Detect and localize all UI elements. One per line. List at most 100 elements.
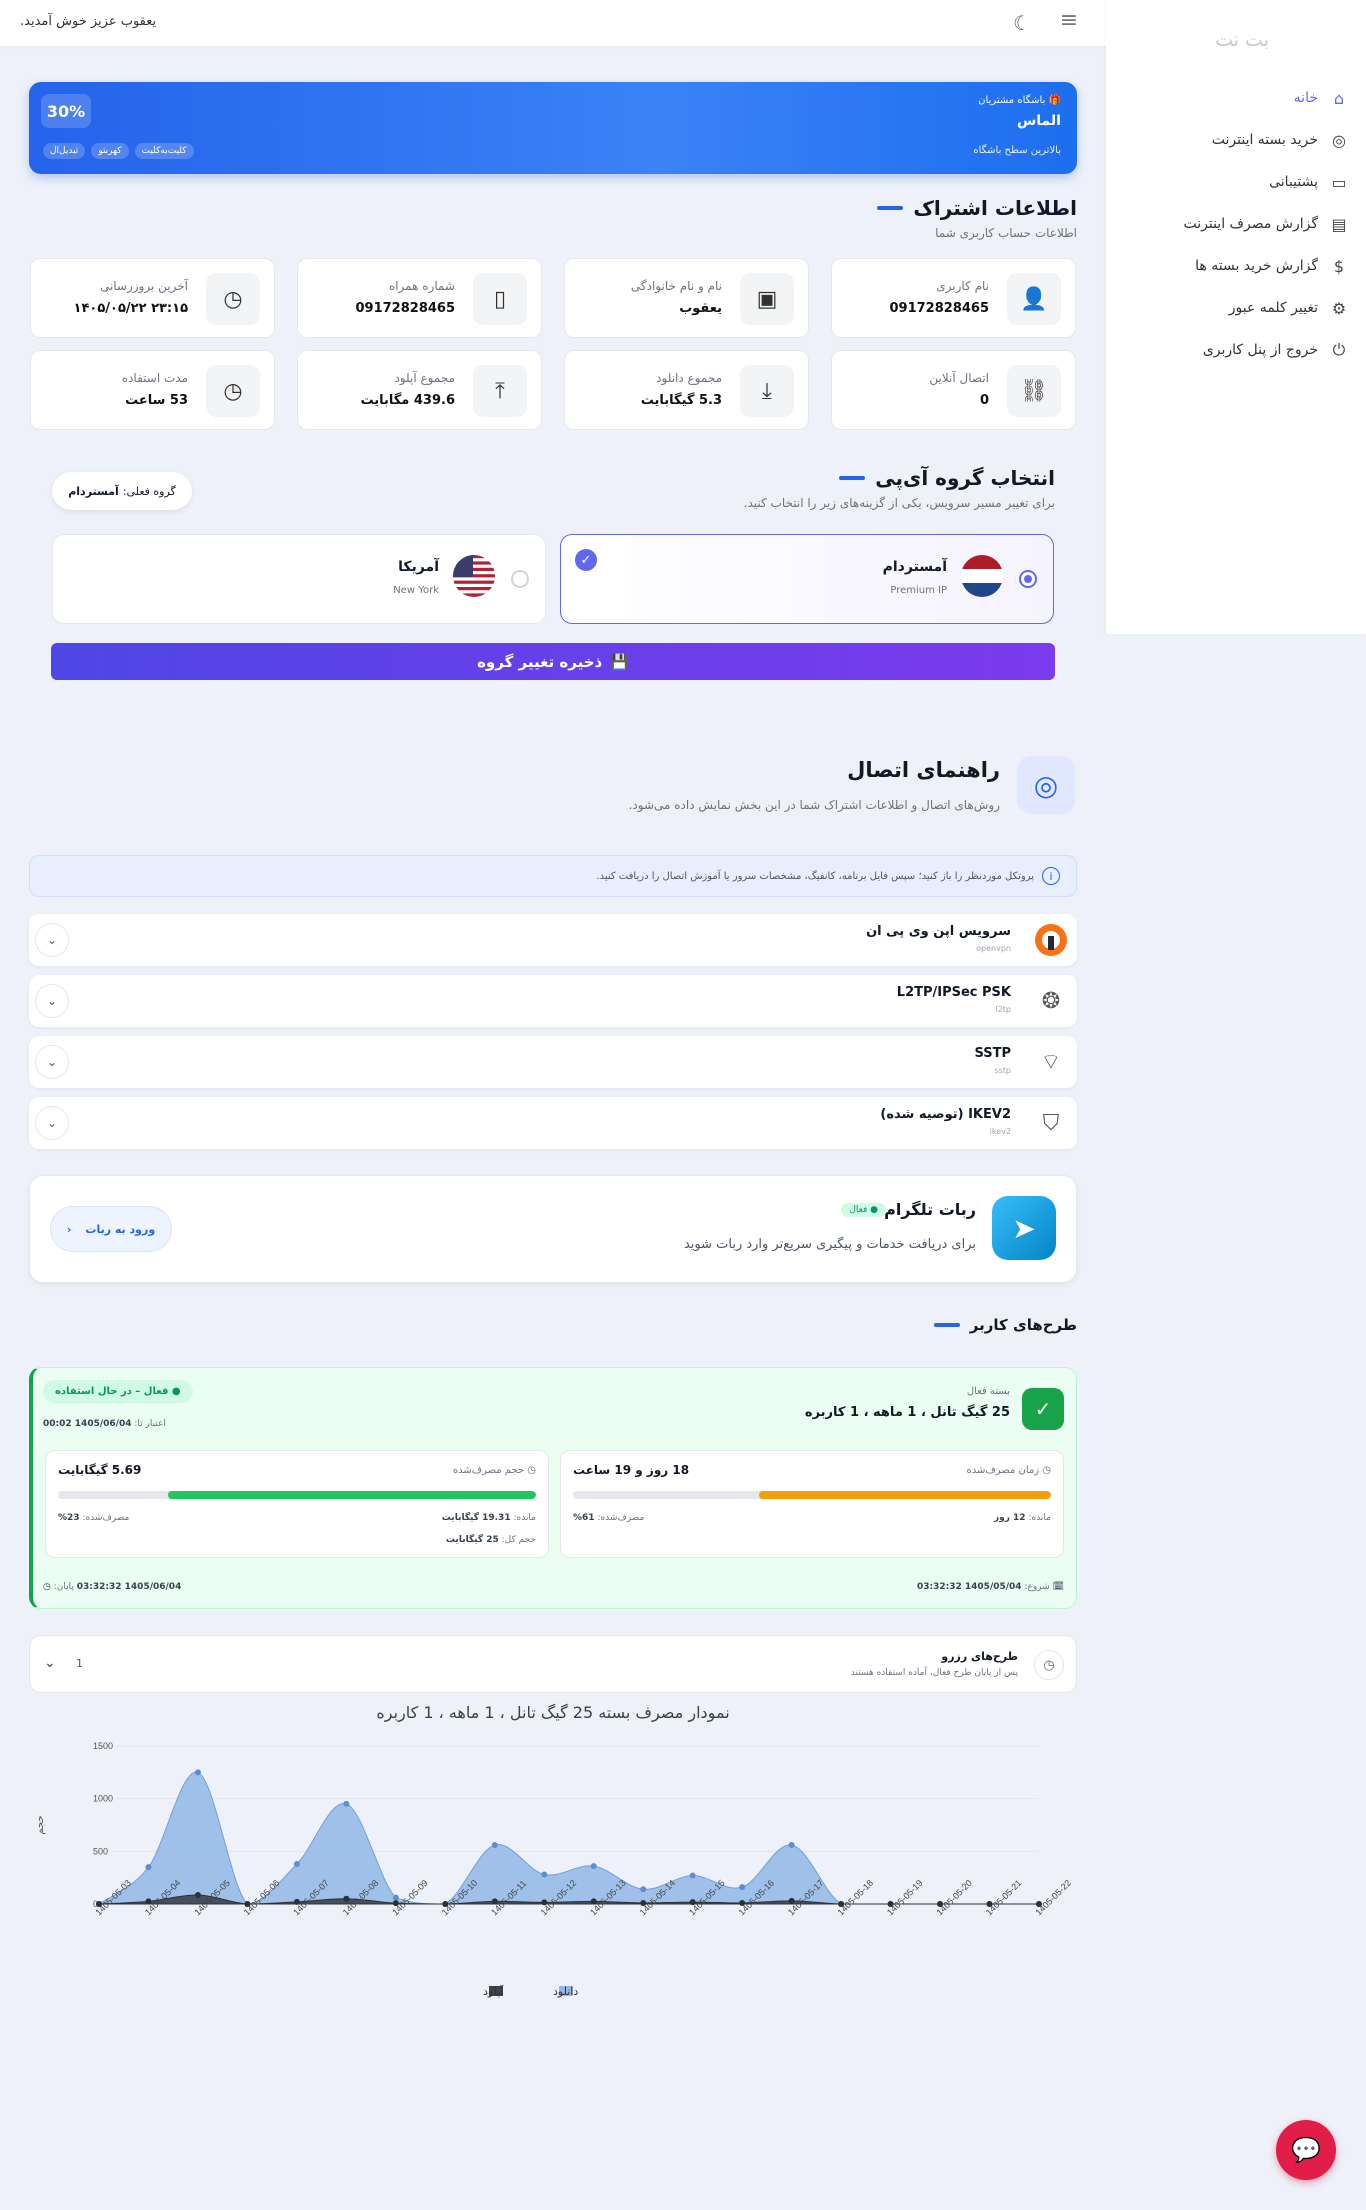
chevron-left-icon: ‹ [66, 1222, 72, 1236]
enter-bot-button[interactable]: ورود به ربات ‹ [50, 1206, 172, 1252]
sidebar-item-support[interactable]: ▭ پشتیبانی [1269, 170, 1350, 194]
plan-name: 25 گیگ تانل ، 1 ماهه ، 1 کاربره [804, 1405, 1010, 1420]
time-progress-fill [759, 1491, 1051, 1499]
sidebar-item-label: خانه [1293, 90, 1318, 106]
sidebar: بت نت ⌂ خانه ◎ خرید بسته اینترنت ▭ پشتیبانی… [1106, 0, 1366, 634]
sidebar-item-label: گزارش مصرف اینترنت [1183, 216, 1318, 232]
server-radio[interactable] [511, 570, 529, 588]
guide-info-box: i پروتکل موردنظر را باز کنید؛ سپس فایل بر… [29, 855, 1077, 897]
info-card-duration: ◷ مدت استفاده 53 ساعت [30, 350, 275, 430]
time-usage-meter: ◷ زمان مصرف‌شده 18 روز و 19 ساعت مانده: … [560, 1450, 1064, 1558]
subscription-subtitle: اطلاعات حساب کاربری شما [935, 226, 1077, 240]
sidebar-item-logout[interactable]: ⏻ خروج از پنل کاربری [1203, 338, 1350, 362]
telegram-bot-card: ➤ ربات تلگرام ● فعال برای دریافت خدمات و… [29, 1175, 1077, 1283]
current-group-badge: گروه فعلی: آمستردام [52, 472, 192, 510]
data-point [689, 1872, 696, 1879]
chevron-down-icon[interactable]: ⌄ [35, 984, 69, 1018]
sidebar-item-usage-report[interactable]: ▤ گزارش مصرف اینترنت [1183, 212, 1350, 236]
top-bar: یعقوب عزیز خوش آمدید. ☾ ≡ [0, 0, 1106, 46]
info-card-fullname: ▣ نام و نام خانوادگی یعقوب [564, 258, 809, 338]
info-card-username: 👤 نام کاربری 09172828465 [831, 258, 1076, 338]
x-tick-label: 1405-05-19 [885, 1878, 925, 1918]
check-icon: ✓ [575, 549, 597, 571]
chevron-down-icon[interactable]: ⌄ [44, 1655, 56, 1671]
data-point [293, 1860, 300, 1867]
save-icon: 💾 [610, 652, 629, 671]
network-icon: ❂ [1041, 988, 1061, 1014]
sidebar-item-purchase-report[interactable]: $ گزارش خرید بسته ها [1195, 254, 1350, 278]
brand-logo[interactable]: بت نت [1215, 29, 1269, 51]
telegram-icon: ➤ [992, 1196, 1056, 1260]
protocol-l2tp[interactable]: ❂ L2TP/IPSec PSK l2tp ⌄ [29, 975, 1077, 1027]
server-option-amsterdam[interactable]: آمستردام Premium IP ✓ [560, 534, 1054, 624]
chevron-down-icon[interactable]: ⌄ [35, 923, 69, 957]
server-tier: New York [393, 585, 439, 596]
gear-icon: ⚙ [1331, 298, 1347, 318]
subscription-title: اطلاعات اشتراک [877, 196, 1077, 220]
legend-label: دانلود [553, 1985, 578, 1998]
data-point [194, 1892, 201, 1899]
data-point [194, 1769, 201, 1776]
data-point [590, 1863, 597, 1870]
club-label: 🎁 باشگاه مشتریان [978, 95, 1061, 106]
hamburger-icon[interactable]: ≡ [1057, 10, 1081, 32]
club-percent: 30% [41, 94, 91, 128]
download-icon: ⤓ [740, 365, 794, 417]
volume-progress-fill [167, 1491, 536, 1499]
server-option-america[interactable]: آمریکا New York [52, 534, 546, 624]
club-tag: تبدیل‌ال [43, 143, 86, 159]
wifi-lock-icon: ⌔ [1040, 1050, 1062, 1075]
info-card-download: ⤓ مجموع دانلود 5.3 گیگابایت [564, 350, 809, 430]
home-icon: ⌂ [1333, 88, 1345, 108]
save-group-button[interactable]: 💾 ذخیره تغییر گروه [51, 643, 1055, 680]
y-axis-label: حجم [35, 1815, 46, 1834]
bot-desc: برای دریافت خدمات و پیگیری سریع‌تر وارد … [683, 1237, 976, 1252]
status-badge: ● فعال [841, 1203, 886, 1217]
sidebar-item-buy[interactable]: ◎ خرید بسته اینترنت [1212, 128, 1350, 152]
dollar-icon: $ [1333, 256, 1345, 276]
plan-expiry: اعتبار تا: 1405/06/04 00:02 [43, 1419, 166, 1429]
reserve-plans[interactable]: ◷ طرح‌های رزرو پس از پایان طرح فعال، آما… [29, 1635, 1077, 1693]
chat-support-icon[interactable]: 💬 [1276, 2120, 1336, 2180]
data-point [491, 1842, 498, 1849]
x-tick-label: 1405-05-22 [1033, 1878, 1073, 1918]
info-card-online: ⛓ اتصال آنلاین 0 [831, 350, 1076, 430]
x-tick-label: 1405-05-18 [835, 1878, 875, 1918]
globe-icon: ◎ [1332, 130, 1346, 150]
clock-icon: ◷ [206, 273, 260, 325]
phone-icon: ▯ [473, 273, 527, 325]
plans-title: طرح‌های کاربر [933, 1316, 1077, 1334]
volume-usage-meter: ◷ حجم مصرف‌شده 5.69 گیگابایت مانده: 19.3… [45, 1450, 549, 1558]
moon-icon[interactable]: ☾ [1011, 11, 1033, 35]
chevron-down-icon[interactable]: ⌄ [35, 1106, 69, 1140]
sidebar-item-label: پشتیبانی [1269, 174, 1318, 190]
server-name: آمریکا [398, 559, 439, 575]
shield-bolt-icon: ⛉ [1042, 1110, 1060, 1136]
protocol-ikev2[interactable]: ⛉ IKEV2 (توصیه شده) ikev2 ⌄ [29, 1097, 1077, 1149]
club-tag: کلیت‌به‌کلیت [134, 143, 194, 159]
sidebar-item-label: خرید بسته اینترنت [1211, 132, 1318, 148]
usage-chart: 050010001500حجم1405-05-03 1405-05-04 1405-… [35, 1741, 1073, 1998]
sidebar-item-password[interactable]: ⚙ تغییر کلمه عبور [1229, 296, 1350, 320]
clock-icon: ◷ [206, 365, 260, 417]
sidebar-item-home[interactable]: ⌂ خانه [1294, 86, 1350, 110]
protocol-sstp[interactable]: ⌔ SSTP sstp ⌄ [29, 1036, 1077, 1088]
chevron-down-icon[interactable]: ⌄ [35, 1045, 69, 1079]
guide-title: راهنمای اتصال [847, 758, 1000, 782]
sidebar-item-label: خروج از پنل کاربری [1202, 342, 1318, 358]
data-point [392, 1894, 399, 1901]
club-tag: کهربتو [91, 143, 129, 159]
clock-icon: ◷ [1034, 1650, 1064, 1680]
welcome-text: یعقوب عزیز خوش آمدید. [20, 14, 157, 29]
club-sub: بالاترین سطح باشگاه [973, 145, 1061, 156]
protocol-openvpn[interactable]: سرویس اپن وی پی ان openvpn ⌄ [29, 914, 1077, 966]
data-point [640, 1886, 647, 1893]
upload-icon: ⤒ [473, 365, 527, 417]
info-card-upload: ⤒ مجموع آپلود 439.6 مگابایت [297, 350, 542, 430]
openvpn-icon [1033, 922, 1069, 958]
server-radio[interactable] [1019, 570, 1037, 588]
globe-icon: ◎ [1017, 756, 1075, 814]
x-tick-label: 1405-05-20 [934, 1878, 974, 1918]
sidebar-item-label: تغییر کلمه عبور [1228, 300, 1318, 316]
status-badge: ● فعال – در حال استفاده [43, 1380, 193, 1403]
